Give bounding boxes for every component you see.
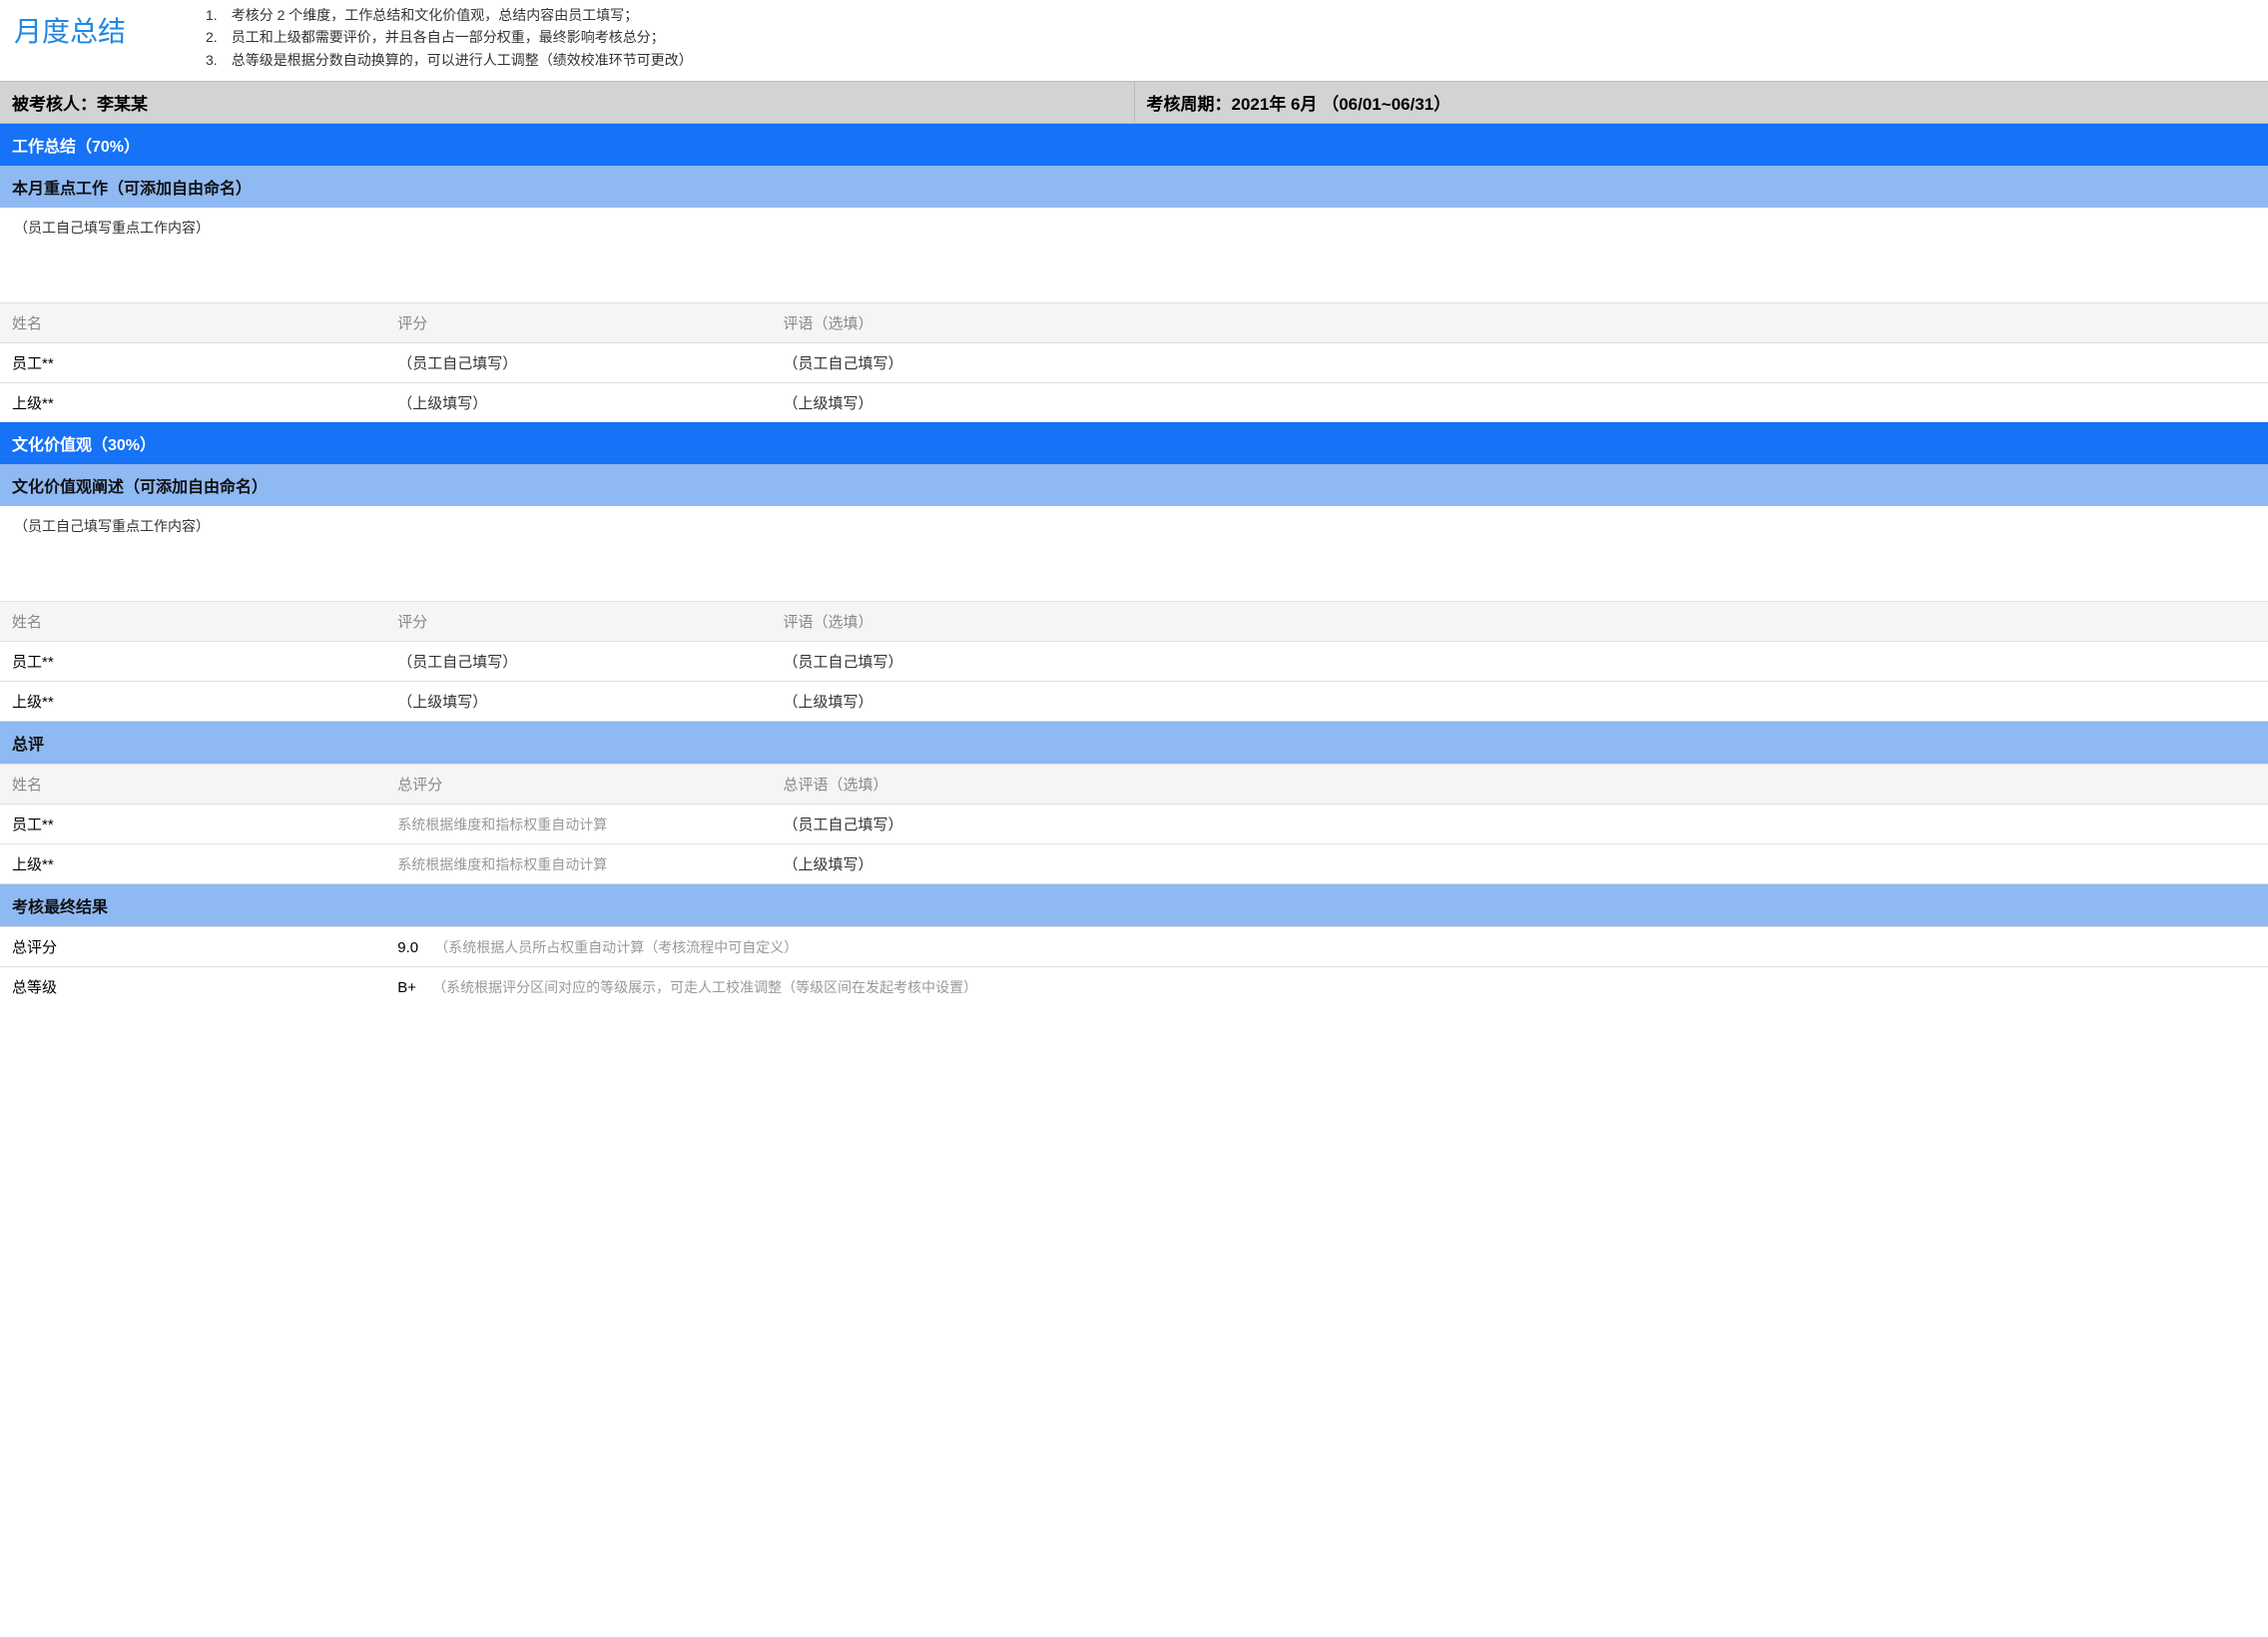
col-comment-header: 评语（选填） xyxy=(771,303,2268,343)
col-score-header: 评分 xyxy=(385,303,771,343)
row-name: 员工** xyxy=(0,805,385,844)
work-section-header: 工作总结（70%） xyxy=(0,124,2268,166)
row-name: 员工** xyxy=(0,343,385,383)
table-row: 上级** （上级填写） （上级填写） xyxy=(0,383,2268,423)
work-eval-table: 姓名 评分 评语（选填） 员工** （员工自己填写） （员工自己填写） 上级**… xyxy=(0,302,2268,422)
instructions: 1. 考核分 2 个维度，工作总结和文化价值观，总结内容由员工填写； 2. 员工… xyxy=(206,4,693,71)
table-row: 上级** （上级填写） （上级填写） xyxy=(0,682,2268,722)
row-comment[interactable]: （员工自己填写） xyxy=(771,343,2268,383)
row-score[interactable]: （上级填写） xyxy=(385,682,771,722)
instruction-line: 1. 考核分 2 个维度，工作总结和文化价值观，总结内容由员工填写； xyxy=(206,4,693,26)
summary-table: 姓名 总评分 总评语（选填） 员工** 系统根据维度和指标权重自动计算 （员工自… xyxy=(0,764,2268,883)
final-score-value: 9.0 xyxy=(397,939,418,956)
col-name-header: 姓名 xyxy=(0,602,385,642)
row-comment[interactable]: （员工自己填写） xyxy=(771,805,2268,844)
table-header-row: 姓名 评分 评语（选填） xyxy=(0,303,2268,343)
table-row: 员工** （员工自己填写） （员工自己填写） xyxy=(0,343,2268,383)
row-score[interactable]: （员工自己填写） xyxy=(385,642,771,682)
info-bar: 被考核人：李某某 考核周期：2021年 6月 （06/01~06/31） xyxy=(0,81,2268,124)
header: 月度总结 1. 考核分 2 个维度，工作总结和文化价值观，总结内容由员工填写； … xyxy=(0,0,2268,81)
final-score-note: （系统根据人员所占权重自动计算（考核流程中可自定义） xyxy=(434,939,798,955)
final-grade-value: B+ xyxy=(397,979,416,996)
final-score-cell: 9.0 （系统根据人员所占权重自动计算（考核流程中可自定义） xyxy=(385,927,2268,967)
row-name: 上级** xyxy=(0,682,385,722)
table-row: 员工** （员工自己填写） （员工自己填写） xyxy=(0,642,2268,682)
table-header-row: 姓名 评分 评语（选填） xyxy=(0,602,2268,642)
row-name: 员工** xyxy=(0,642,385,682)
row-comment[interactable]: （员工自己填写） xyxy=(771,642,2268,682)
period-label: 考核周期：2021年 6月 （06/01~06/31） xyxy=(1135,82,2268,123)
table-row: 上级** 系统根据维度和指标权重自动计算 （上级填写） xyxy=(0,844,2268,884)
table-row: 员工** 系统根据维度和指标权重自动计算 （员工自己填写） xyxy=(0,805,2268,844)
culture-subsection-header: 文化价值观阐述（可添加自由命名） xyxy=(0,464,2268,506)
col-score-header: 总评分 xyxy=(385,765,771,805)
col-score-header: 评分 xyxy=(385,602,771,642)
culture-content-area[interactable]: （员工自己填写重点工作内容） xyxy=(0,506,2268,601)
evaluee-label: 被考核人：李某某 xyxy=(0,82,1135,123)
col-name-header: 姓名 xyxy=(0,303,385,343)
summary-header: 总评 xyxy=(0,721,2268,764)
final-grade-row: 总等级 B+ （系统根据评分区间对应的等级展示，可走人工校准调整（等级区间在发起… xyxy=(0,967,2268,1007)
final-result-header: 考核最终结果 xyxy=(0,883,2268,926)
row-comment[interactable]: （上级填写） xyxy=(771,682,2268,722)
col-name-header: 姓名 xyxy=(0,765,385,805)
row-score[interactable]: （上级填写） xyxy=(385,383,771,423)
row-comment[interactable]: （上级填写） xyxy=(771,383,2268,423)
col-comment-header: 总评语（选填） xyxy=(771,765,2268,805)
row-score[interactable]: （员工自己填写） xyxy=(385,343,771,383)
culture-section-header: 文化价值观（30%） xyxy=(0,422,2268,464)
row-name: 上级** xyxy=(0,844,385,884)
final-grade-cell: B+ （系统根据评分区间对应的等级展示，可走人工校准调整（等级区间在发起考核中设… xyxy=(385,967,2268,1007)
final-score-row: 总评分 9.0 （系统根据人员所占权重自动计算（考核流程中可自定义） xyxy=(0,927,2268,967)
culture-eval-table: 姓名 评分 评语（选填） 员工** （员工自己填写） （员工自己填写） 上级**… xyxy=(0,601,2268,721)
instruction-line: 3. 总等级是根据分数自动换算的，可以进行人工调整（绩效校准环节可更改） xyxy=(206,49,693,71)
page-container: 月度总结 1. 考核分 2 个维度，工作总结和文化价值观，总结内容由员工填写； … xyxy=(0,0,2268,1006)
final-grade-note: （系统根据评分区间对应的等级展示，可走人工校准调整（等级区间在发起考核中设置） xyxy=(432,979,977,995)
table-header-row: 姓名 总评分 总评语（选填） xyxy=(0,765,2268,805)
instruction-line: 2. 员工和上级都需要评价，并且各自占一部分权重，最终影响考核总分； xyxy=(206,26,693,48)
col-comment-header: 评语（选填） xyxy=(771,602,2268,642)
row-name: 上级** xyxy=(0,383,385,423)
work-subsection-header: 本月重点工作（可添加自由命名） xyxy=(0,166,2268,208)
row-score-auto: 系统根据维度和指标权重自动计算 xyxy=(385,805,771,844)
page-title: 月度总结 xyxy=(14,4,126,50)
final-result-table: 总评分 9.0 （系统根据人员所占权重自动计算（考核流程中可自定义） 总等级 B… xyxy=(0,926,2268,1006)
final-score-label: 总评分 xyxy=(0,927,385,967)
work-content-area[interactable]: （员工自己填写重点工作内容） xyxy=(0,208,2268,302)
row-score-auto: 系统根据维度和指标权重自动计算 xyxy=(385,844,771,884)
final-grade-label: 总等级 xyxy=(0,967,385,1007)
row-comment[interactable]: （上级填写） xyxy=(771,844,2268,884)
